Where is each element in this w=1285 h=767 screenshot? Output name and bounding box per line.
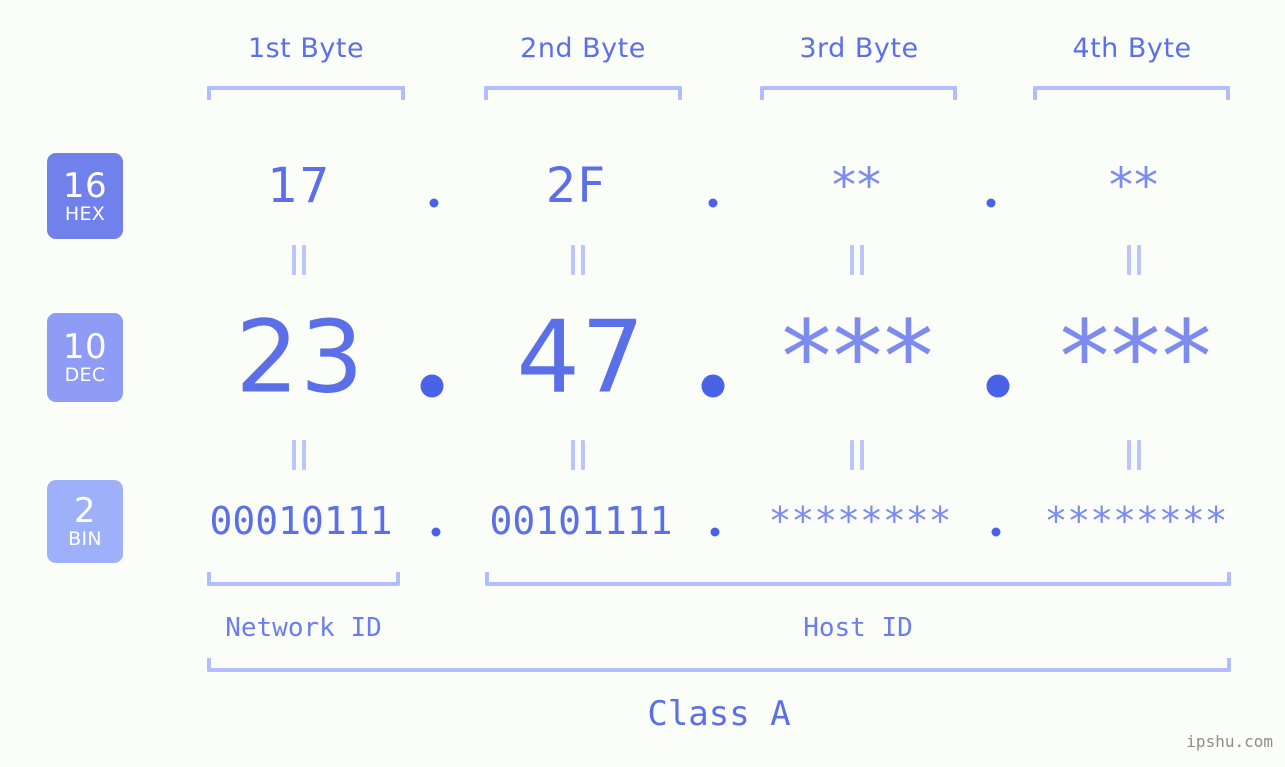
- equals-connector-dec-bin-3: [850, 440, 864, 470]
- hex-separator-dot-1: [429, 198, 439, 208]
- equals-connector-dec-bin-1: [292, 440, 306, 470]
- hex-byte-4: **: [1109, 158, 1159, 214]
- ip-address-breakdown-diagram: 1st Byte 2nd Byte 3rd Byte 4th Byte 16 H…: [0, 0, 1285, 767]
- bin-byte-1: 00010111: [209, 499, 393, 543]
- base-badge-dec-label: DEC: [64, 364, 106, 386]
- dec-separator-dot-3: [986, 374, 1010, 398]
- base-badge-hex-number: 16: [62, 165, 108, 206]
- bin-byte-4: ********: [1044, 499, 1228, 543]
- network-id-bracket: [207, 572, 400, 586]
- hex-byte-3: **: [832, 158, 882, 214]
- equals-connector-hex-dec-2: [571, 245, 585, 275]
- host-id-bracket: [485, 572, 1231, 586]
- dec-separator-dot-1: [420, 374, 444, 398]
- equals-connector-hex-dec-1: [292, 245, 306, 275]
- base-badge-bin: 2 BIN: [47, 480, 123, 563]
- bin-separator-dot-3: [991, 527, 1001, 537]
- bin-byte-2: 00101111: [489, 499, 673, 543]
- dec-byte-1: 23: [235, 298, 365, 416]
- base-badge-dec-number: 10: [62, 327, 108, 367]
- dec-byte-4: ***: [1059, 298, 1213, 416]
- bin-separator-dot-2: [710, 527, 720, 537]
- class-label: Class A: [647, 694, 791, 734]
- byte-bracket-top-3: [760, 86, 957, 100]
- hex-separator-dot-3: [986, 198, 996, 208]
- base-badge-bin-label: BIN: [68, 528, 102, 550]
- bin-separator-dot-1: [431, 527, 441, 537]
- equals-connector-dec-bin-4: [1127, 440, 1141, 470]
- site-watermark: ipshu.com: [1186, 732, 1273, 751]
- network-id-label: Network ID: [225, 613, 382, 643]
- base-badge-hex-label: HEX: [64, 202, 106, 225]
- host-id-label: Host ID: [803, 613, 913, 643]
- byte-header-4: 4th Byte: [1072, 33, 1192, 64]
- base-badge-dec: 10 DEC: [47, 313, 123, 402]
- byte-bracket-top-1: [207, 86, 405, 100]
- dec-byte-2: 47: [516, 298, 646, 416]
- dec-separator-dot-2: [701, 374, 725, 398]
- byte-header-2: 2nd Byte: [520, 33, 646, 64]
- class-bracket: [207, 658, 1231, 672]
- base-badge-hex: 16 HEX: [47, 153, 123, 239]
- byte-header-1: 1st Byte: [247, 33, 365, 64]
- byte-bracket-top-2: [484, 86, 682, 100]
- hex-byte-1: 17: [267, 158, 331, 214]
- equals-connector-hex-dec-3: [850, 245, 864, 275]
- equals-connector-hex-dec-4: [1127, 245, 1141, 275]
- byte-bracket-top-4: [1033, 86, 1230, 100]
- byte-header-3: 3rd Byte: [799, 33, 919, 64]
- equals-connector-dec-bin-2: [571, 440, 585, 470]
- dec-byte-3: ***: [781, 298, 935, 416]
- base-badge-bin-number: 2: [73, 491, 97, 531]
- hex-separator-dot-2: [708, 198, 718, 208]
- hex-byte-2: 2F: [545, 158, 607, 214]
- bin-byte-3: ********: [768, 499, 952, 543]
